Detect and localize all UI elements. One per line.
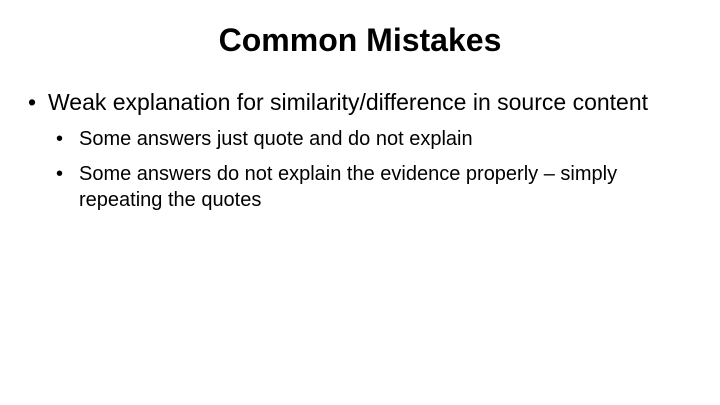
- slide: Common Mistakes • Weak explanation for s…: [0, 0, 720, 405]
- bullet-item: • Weak explanation for similarity/differ…: [28, 88, 688, 213]
- sub-bullet-icon: •: [56, 128, 64, 150]
- sub-bullet-icon: •: [56, 163, 64, 185]
- bullet-icon: •: [28, 89, 37, 115]
- sub-bullet-text: Some answers do not explain the evidence…: [79, 163, 618, 211]
- sub-bullet-list: • Some answers just quote and do not exp…: [48, 126, 688, 213]
- bullet-text: Weak explanation for similarity/differen…: [48, 89, 649, 115]
- bullet-list: • Weak explanation for similarity/differ…: [28, 88, 688, 222]
- sub-bullet-item: • Some answers do not explain the eviden…: [56, 161, 688, 213]
- sub-bullet-item: • Some answers just quote and do not exp…: [56, 126, 688, 152]
- sub-bullet-text: Some answers just quote and do not expla…: [79, 128, 473, 150]
- slide-title: Common Mistakes: [218, 22, 502, 58]
